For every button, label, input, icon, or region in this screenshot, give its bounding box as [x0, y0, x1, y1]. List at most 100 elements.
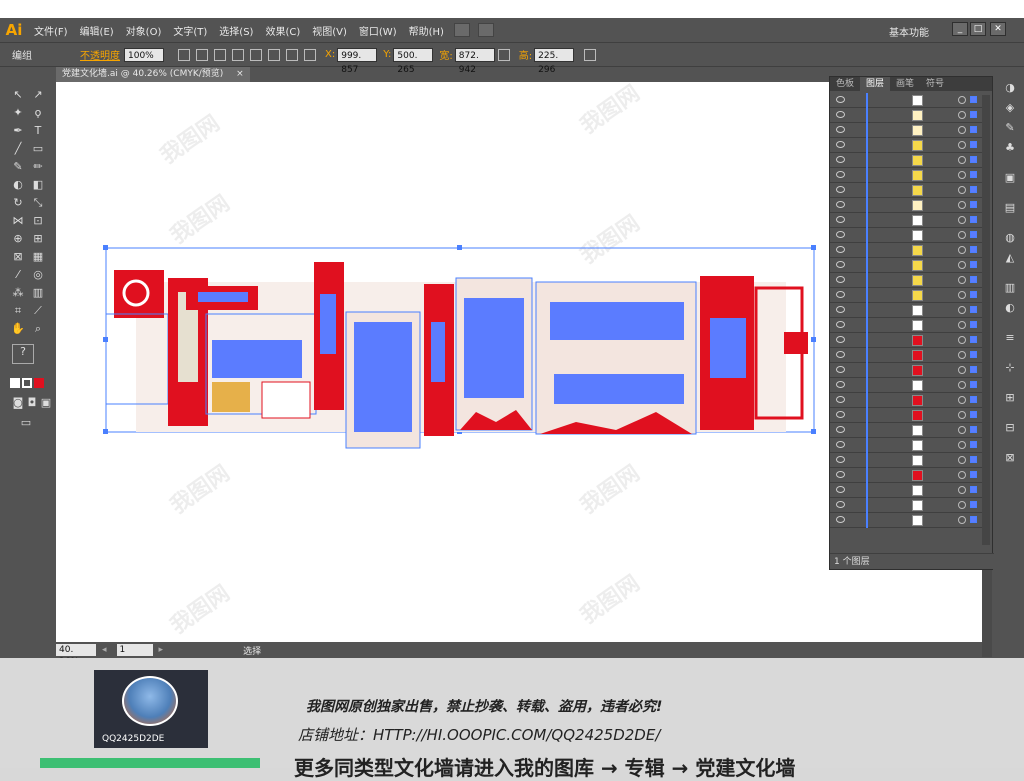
selected-indicator[interactable]	[970, 366, 977, 373]
height-field[interactable]: 225. 296	[534, 47, 575, 75]
menu-select[interactable]: 选择(S)	[213, 23, 259, 38]
layer-row[interactable]	[830, 453, 982, 468]
target-icon[interactable]	[958, 516, 966, 524]
target-icon[interactable]	[958, 336, 966, 344]
artboard-number-field[interactable]: 1	[116, 644, 153, 656]
layer-row[interactable]	[830, 318, 982, 333]
scale-tool-icon[interactable]: ⤡	[30, 196, 46, 210]
y-field[interactable]: 500. 265	[393, 47, 434, 75]
layer-row[interactable]	[830, 303, 982, 318]
layer-row[interactable]	[830, 378, 982, 393]
mesh-tool-icon[interactable]: ⊠	[10, 250, 26, 264]
transform-icon[interactable]: ⊹	[1003, 362, 1017, 374]
line-tool-icon[interactable]: ╱	[10, 142, 26, 156]
target-icon[interactable]	[958, 456, 966, 464]
eye-icon[interactable]	[836, 396, 845, 403]
target-icon[interactable]	[958, 171, 966, 179]
eye-icon[interactable]	[836, 381, 845, 388]
free-transform-tool-icon[interactable]: ⊡	[30, 214, 46, 228]
target-icon[interactable]	[958, 291, 966, 299]
selected-indicator[interactable]	[970, 441, 977, 448]
layer-row[interactable]	[830, 348, 982, 363]
graph-tool-icon[interactable]: ▥	[30, 286, 46, 300]
eye-icon[interactable]	[836, 171, 845, 178]
align-middle-icon[interactable]	[268, 48, 280, 61]
eye-icon[interactable]	[836, 291, 845, 298]
direct-selection-tool-icon[interactable]: ↗	[30, 88, 46, 102]
selected-indicator[interactable]	[970, 156, 977, 163]
layer-row[interactable]	[830, 153, 982, 168]
blob-brush-tool-icon[interactable]: ◐	[10, 178, 26, 192]
width-field[interactable]: 872. 942	[454, 47, 495, 75]
eye-icon[interactable]	[836, 351, 845, 358]
layer-row[interactable]	[830, 363, 982, 378]
target-icon[interactable]	[958, 96, 966, 104]
layer-row[interactable]	[830, 108, 982, 123]
layer-row[interactable]	[830, 393, 982, 408]
prev-artboard-icon[interactable]: ◂	[102, 645, 107, 655]
selected-indicator[interactable]	[970, 276, 977, 283]
layer-row[interactable]	[830, 258, 982, 273]
close-window-button[interactable]: ✕	[990, 22, 1006, 36]
target-icon[interactable]	[958, 366, 966, 374]
transparency-icon[interactable]: ◐	[1003, 302, 1017, 314]
layer-row[interactable]	[830, 483, 982, 498]
layer-row[interactable]	[830, 198, 982, 213]
help-icon[interactable]: ?	[12, 344, 34, 364]
minimize-button[interactable]: _	[952, 22, 968, 36]
selected-indicator[interactable]	[970, 111, 977, 118]
document-tab[interactable]: 党建文化墙.ai @ 40.26% (CMYK/预览) ×	[56, 67, 250, 82]
selected-indicator[interactable]	[970, 261, 977, 268]
layer-row[interactable]	[830, 228, 982, 243]
eye-icon[interactable]	[836, 486, 845, 493]
target-icon[interactable]	[958, 501, 966, 509]
target-icon[interactable]	[958, 486, 966, 494]
stroke-swatch[interactable]	[22, 378, 32, 388]
layers-dock-icon[interactable]: ◈	[1003, 102, 1017, 114]
target-icon[interactable]	[958, 411, 966, 419]
target-icon[interactable]	[958, 396, 966, 404]
menu-help[interactable]: 帮助(H)	[403, 23, 450, 38]
layer-row[interactable]	[830, 468, 982, 483]
graphic-styles-icon[interactable]: ▣	[1003, 172, 1017, 184]
zoom-tool-icon[interactable]: ⌕	[30, 322, 46, 336]
layer-row[interactable]	[830, 423, 982, 438]
navigator-icon[interactable]: ◍	[1003, 232, 1017, 244]
target-icon[interactable]	[958, 321, 966, 329]
artboards-icon[interactable]: ⊠	[1003, 452, 1017, 464]
selected-indicator[interactable]	[970, 171, 977, 178]
close-tab-icon[interactable]: ×	[236, 69, 244, 79]
layer-row[interactable]	[830, 408, 982, 423]
target-icon[interactable]	[958, 306, 966, 314]
selected-indicator[interactable]	[970, 321, 977, 328]
target-icon[interactable]	[958, 471, 966, 479]
color-panel-icon[interactable]: ◑	[1003, 82, 1017, 94]
brushes-dock-icon[interactable]: ✎	[1003, 122, 1017, 134]
width-tool-icon[interactable]: ⋈	[10, 214, 26, 228]
selected-indicator[interactable]	[970, 216, 977, 223]
shape-builder-tool-icon[interactable]: ⊕	[10, 232, 26, 246]
symbols-dock-icon[interactable]: ♣	[1003, 142, 1017, 154]
symbol-sprayer-tool-icon[interactable]: ⁂	[10, 286, 26, 300]
layer-row[interactable]	[830, 123, 982, 138]
arrange-documents-button[interactable]	[477, 23, 494, 37]
info-icon[interactable]: ◭	[1003, 252, 1017, 264]
eye-icon[interactable]	[836, 96, 845, 103]
selected-indicator[interactable]	[970, 126, 977, 133]
selected-indicator[interactable]	[970, 141, 977, 148]
selected-indicator[interactable]	[970, 186, 977, 193]
target-icon[interactable]	[958, 156, 966, 164]
promo-shop-url[interactable]: 店铺地址：HTTP://HI.OOOPIC.COM/QQ2425D2DE/	[298, 724, 660, 745]
target-icon[interactable]	[958, 201, 966, 209]
eye-icon[interactable]	[836, 186, 845, 193]
layer-row[interactable]	[830, 513, 982, 528]
reference-point-icon[interactable]	[304, 48, 316, 61]
next-artboard-icon[interactable]: ▸	[159, 645, 164, 655]
eye-icon[interactable]	[836, 231, 845, 238]
layer-row[interactable]	[830, 288, 982, 303]
eye-icon[interactable]	[836, 156, 845, 163]
eye-icon[interactable]	[836, 441, 845, 448]
perspective-grid-tool-icon[interactable]: ⊞	[30, 232, 46, 246]
align-panel-icon[interactable]: ⊞	[1003, 392, 1017, 404]
gradient-tool-icon[interactable]: ▦	[30, 250, 46, 264]
